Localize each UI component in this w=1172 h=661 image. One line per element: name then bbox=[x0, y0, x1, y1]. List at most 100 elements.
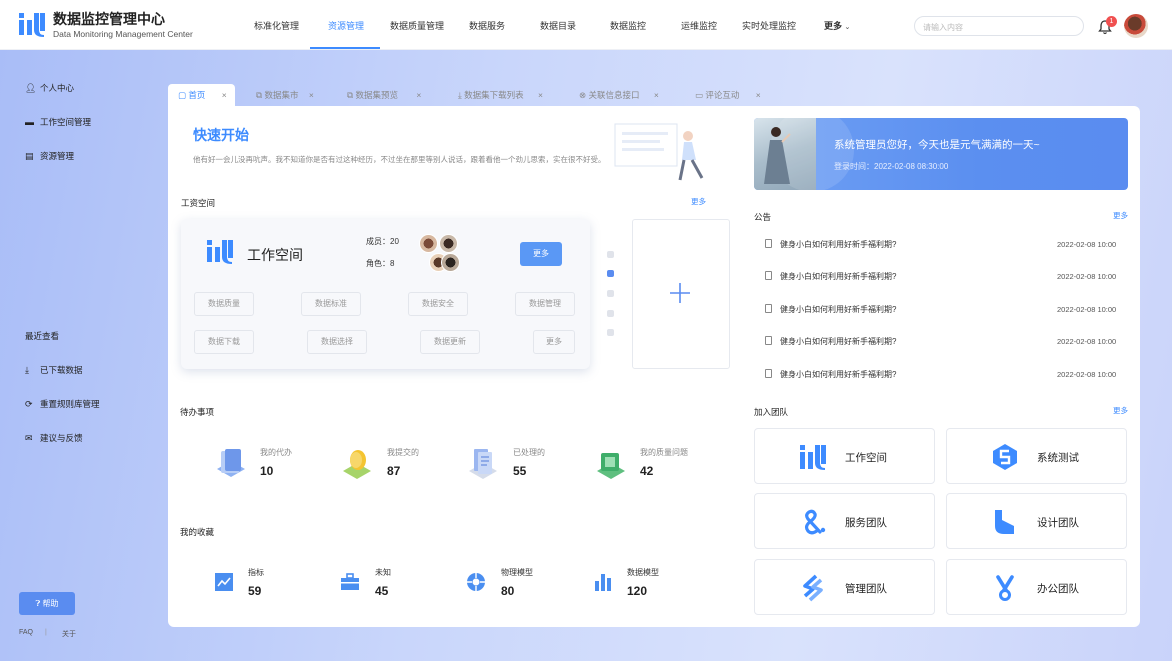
teams-more-link[interactable]: 更多 bbox=[1113, 405, 1128, 416]
about-link[interactable]: 关于 bbox=[62, 629, 76, 639]
tab-related-api[interactable]: ⊗ 关联信息接口 × bbox=[579, 84, 659, 106]
sidebar-item-feedback[interactable]: ✉︎ 建议与反馈 bbox=[25, 432, 83, 444]
carousel-dot[interactable] bbox=[607, 290, 614, 297]
page-icon: ▢ bbox=[178, 90, 187, 100]
close-icon[interactable]: × bbox=[756, 90, 761, 100]
team-name: 服务团队 bbox=[845, 517, 887, 529]
nav-more[interactable]: 更多 ⌄ bbox=[824, 19, 850, 32]
mail-icon: ✉︎ bbox=[25, 433, 33, 443]
team-card-office[interactable]: 办公团队 bbox=[946, 559, 1127, 615]
bar-chart-icon bbox=[595, 574, 611, 591]
illustration bbox=[614, 123, 704, 181]
nav-realtime[interactable]: 实时处理监控 bbox=[742, 19, 796, 32]
help-button[interactable]: ❓︎ 帮助 bbox=[19, 592, 75, 615]
nav-standard[interactable]: 标准化管理 bbox=[254, 19, 299, 32]
close-icon[interactable]: × bbox=[416, 90, 421, 100]
nav-catalog[interactable]: 数据目录 bbox=[540, 19, 576, 32]
notice-more-link[interactable]: 更多 bbox=[1113, 210, 1128, 221]
team-card-service[interactable]: 服务团队 bbox=[754, 493, 935, 549]
workspace-more-link[interactable]: 更多 bbox=[691, 196, 706, 207]
submitted-label: 我提交的 bbox=[387, 448, 419, 457]
nav-quality[interactable]: 数据质量管理 bbox=[390, 19, 444, 32]
team-name: 管理团队 bbox=[845, 583, 887, 595]
carousel-dot[interactable] bbox=[607, 329, 614, 336]
sidebar-item-label: 资源管理 bbox=[40, 151, 75, 161]
carousel-dot-active[interactable] bbox=[607, 270, 614, 277]
carousel-dot[interactable] bbox=[607, 251, 614, 258]
fav-physical-model-label: 物理模型 bbox=[501, 568, 533, 577]
team-card-system-test[interactable]: 系统测试 bbox=[946, 428, 1127, 484]
submitted-value: 87 bbox=[387, 464, 401, 478]
notice-text: 健身小白如何利用好新手福利期? bbox=[780, 337, 897, 346]
nav-ops[interactable]: 运维监控 bbox=[681, 19, 717, 32]
nav-monitor[interactable]: 数据监控 bbox=[610, 19, 646, 32]
team-card-design[interactable]: 设计团队 bbox=[946, 493, 1127, 549]
notice-item[interactable]: 健身小白如何利用好新手福利期? bbox=[765, 369, 896, 380]
carousel-dot[interactable] bbox=[607, 310, 614, 317]
document-icon bbox=[765, 369, 772, 378]
tab-label: 数据集市 bbox=[264, 90, 299, 100]
sidebar-item-profile[interactable]: 👤︎ 个人中心 bbox=[25, 82, 74, 94]
chip-data-update[interactable]: 数据更新 bbox=[420, 330, 480, 354]
tab-label: 数据集预览 bbox=[355, 90, 398, 100]
sidebar-item-reset-rules[interactable]: ⟳ 重置规则库管理 bbox=[25, 398, 100, 410]
notice-item[interactable]: 健身小白如何利用好新手福利期? bbox=[765, 239, 896, 250]
nav-service[interactable]: 数据服务 bbox=[469, 19, 505, 32]
close-icon[interactable]: × bbox=[309, 90, 314, 100]
sidebar-item-resource[interactable]: ▤ 资源管理 bbox=[25, 150, 74, 162]
sidebar-item-workspace[interactable]: ▬ 工作空间管理 bbox=[25, 116, 91, 128]
notice-date: 2022-02-08 10:00 bbox=[1057, 240, 1117, 249]
close-icon[interactable]: × bbox=[654, 90, 659, 100]
notice-text: 健身小白如何利用好新手福利期? bbox=[780, 272, 897, 281]
member-avatar bbox=[441, 253, 460, 272]
tab-dataset-preview[interactable]: ⧉ 数据集预览 × bbox=[347, 84, 421, 106]
document-icon bbox=[765, 336, 772, 345]
notice-item[interactable]: 健身小白如何利用好新手福利期? bbox=[765, 304, 896, 315]
members-value: 20 bbox=[390, 237, 399, 246]
chip-data-download[interactable]: 数据下载 bbox=[194, 330, 254, 354]
faq-link[interactable]: FAQ bbox=[19, 629, 33, 636]
notice-date: 2022-02-08 10:00 bbox=[1057, 370, 1117, 379]
search-input[interactable]: 请输入内容 bbox=[914, 16, 1084, 36]
nav-resource[interactable]: 资源管理 bbox=[328, 19, 364, 32]
quick-start-title: 快速开始 bbox=[193, 127, 249, 143]
tab-data-mart[interactable]: ⧉ 数据集市 × bbox=[256, 84, 314, 106]
team-card-workspace[interactable]: 工作空间 bbox=[754, 428, 935, 484]
tab-comments[interactable]: ▭ 评论互动 × bbox=[695, 84, 761, 106]
chip-more[interactable]: 更多 bbox=[533, 330, 575, 354]
notice-text: 健身小白如何利用好新手福利期? bbox=[780, 370, 897, 379]
notice-item[interactable]: 健身小白如何利用好新手福利期? bbox=[765, 271, 896, 282]
team-card-management[interactable]: 管理团队 bbox=[754, 559, 935, 615]
workspace-more-button[interactable]: 更多 bbox=[520, 242, 562, 266]
notice-item[interactable]: 健身小白如何利用好新手福利期? bbox=[765, 336, 896, 347]
close-icon[interactable]: × bbox=[222, 90, 227, 100]
sidebar-item-label: 个人中心 bbox=[40, 83, 75, 93]
chip-data-security[interactable]: 数据安全 bbox=[408, 292, 468, 316]
sidebar-item-downloaded[interactable]: ⤓ 已下载数据 bbox=[25, 364, 83, 376]
close-icon[interactable]: × bbox=[538, 90, 543, 100]
help-icon: ❓︎ bbox=[35, 599, 41, 608]
notice-date: 2022-02-08 10:00 bbox=[1057, 305, 1117, 314]
refresh-icon: ⟳ bbox=[25, 399, 33, 409]
todo-section-title: 待办事项 bbox=[180, 407, 215, 417]
comment-icon: ▭ bbox=[695, 90, 704, 100]
chip-data-standard[interactable]: 数据标准 bbox=[301, 292, 361, 316]
roles-count: 角色：8 bbox=[366, 258, 394, 269]
todo-value: 10 bbox=[260, 464, 274, 478]
nav-active-indicator bbox=[310, 47, 380, 49]
tab-home[interactable]: ▢ 首页 × bbox=[168, 84, 235, 106]
roles-value: 8 bbox=[390, 259, 395, 268]
fav-data-model-value: 120 bbox=[627, 584, 648, 598]
quality-issue-value: 42 bbox=[640, 464, 654, 478]
tab-label: 首页 bbox=[188, 90, 206, 100]
tab-download-list[interactable]: ⤓ 数据集下载列表 × bbox=[458, 84, 543, 106]
quality-issue-label: 我的质量问题 bbox=[640, 448, 688, 457]
notice-text: 健身小白如何利用好新手福利期? bbox=[780, 305, 897, 314]
ampersand-icon bbox=[804, 509, 826, 535]
team-name: 系统测试 bbox=[1037, 452, 1079, 464]
chip-data-management[interactable]: 数据管理 bbox=[515, 292, 575, 316]
chip-data-select[interactable]: 数据选择 bbox=[307, 330, 367, 354]
user-avatar[interactable] bbox=[1124, 14, 1148, 38]
chip-data-quality[interactable]: 数据质量 bbox=[194, 292, 254, 316]
members-label: 成员： bbox=[366, 237, 390, 246]
